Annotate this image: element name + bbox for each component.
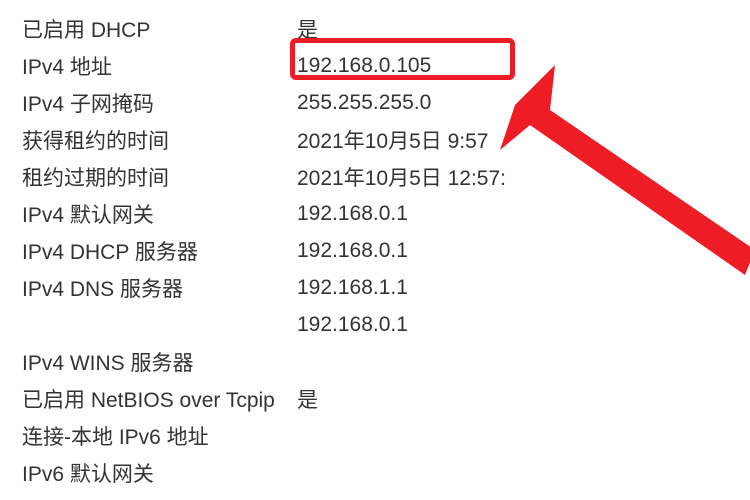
label-lease-expires: 租约过期的时间 (22, 162, 297, 192)
value-netbios: 是 (297, 384, 750, 414)
label-ipv4-gateway: IPv4 默认网关 (22, 199, 297, 229)
label-ipv4-dhcp-server: IPv4 DHCP 服务器 (22, 236, 297, 266)
label-ipv6-gateway: IPv6 默认网关 (22, 458, 297, 488)
row-dhcp-enabled: 已启用 DHCP 是 (22, 10, 750, 47)
network-details-table: 已启用 DHCP 是 IPv4 地址 192.168.0.105 IPv4 子网… (0, 0, 750, 491)
row-lease-obtained: 获得租约的时间 2021年10月5日 9:57 (22, 121, 750, 158)
label-dhcp-enabled: 已启用 DHCP (22, 14, 297, 44)
label-ipv4-wins: IPv4 WINS 服务器 (22, 347, 297, 377)
row-ipv6-gateway: IPv6 默认网关 (22, 454, 750, 491)
value-dhcp-enabled: 是 (297, 14, 750, 44)
row-ipv4-dns-2: 192.168.0.1 (22, 306, 750, 343)
label-ipv4-subnet: IPv4 子网掩码 (22, 88, 297, 118)
value-lease-obtained: 2021年10月5日 9:57 (297, 125, 750, 155)
row-ipv4-gateway: IPv4 默认网关 192.168.0.1 (22, 195, 750, 232)
row-lease-expires: 租约过期的时间 2021年10月5日 12:57: (22, 158, 750, 195)
label-ipv4-address: IPv4 地址 (22, 51, 297, 81)
row-ipv4-address: IPv4 地址 192.168.0.105 (22, 47, 750, 84)
row-netbios: 已启用 NetBIOS over Tcpip 是 (22, 380, 750, 417)
row-ipv6-local: 连接-本地 IPv6 地址 (22, 417, 750, 454)
row-ipv4-dhcp-server: IPv4 DHCP 服务器 192.168.0.1 (22, 232, 750, 269)
row-ipv4-wins: IPv4 WINS 服务器 (22, 343, 750, 380)
value-ipv4-dhcp-server: 192.168.0.1 (297, 239, 750, 263)
value-ipv4-dns-1: 192.168.1.1 (297, 276, 750, 300)
label-ipv6-local: 连接-本地 IPv6 地址 (22, 421, 297, 451)
label-lease-obtained: 获得租约的时间 (22, 125, 297, 155)
value-ipv4-address: 192.168.0.105 (297, 54, 750, 78)
value-ipv4-gateway: 192.168.0.1 (297, 202, 750, 226)
label-netbios: 已启用 NetBIOS over Tcpip (22, 384, 297, 414)
label-ipv4-dns: IPv4 DNS 服务器 (22, 273, 297, 303)
row-ipv4-dns-1: IPv4 DNS 服务器 192.168.1.1 (22, 269, 750, 306)
row-ipv4-subnet: IPv4 子网掩码 255.255.255.0 (22, 84, 750, 121)
value-ipv4-dns-2: 192.168.0.1 (297, 313, 750, 337)
value-ipv4-subnet: 255.255.255.0 (297, 91, 750, 115)
value-lease-expires: 2021年10月5日 12:57: (297, 162, 750, 192)
